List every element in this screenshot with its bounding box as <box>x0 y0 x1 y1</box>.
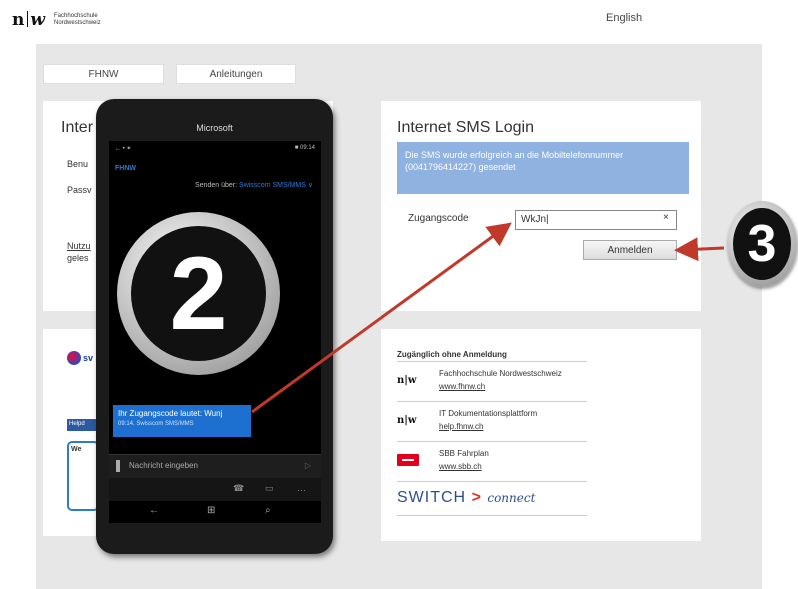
annotation-arrows <box>251 222 725 414</box>
page: nw Fachhochschule Nordwestschweiz Englis… <box>0 0 798 589</box>
arrow-to-login-button <box>674 237 725 262</box>
arrow-to-code-input <box>251 222 512 414</box>
